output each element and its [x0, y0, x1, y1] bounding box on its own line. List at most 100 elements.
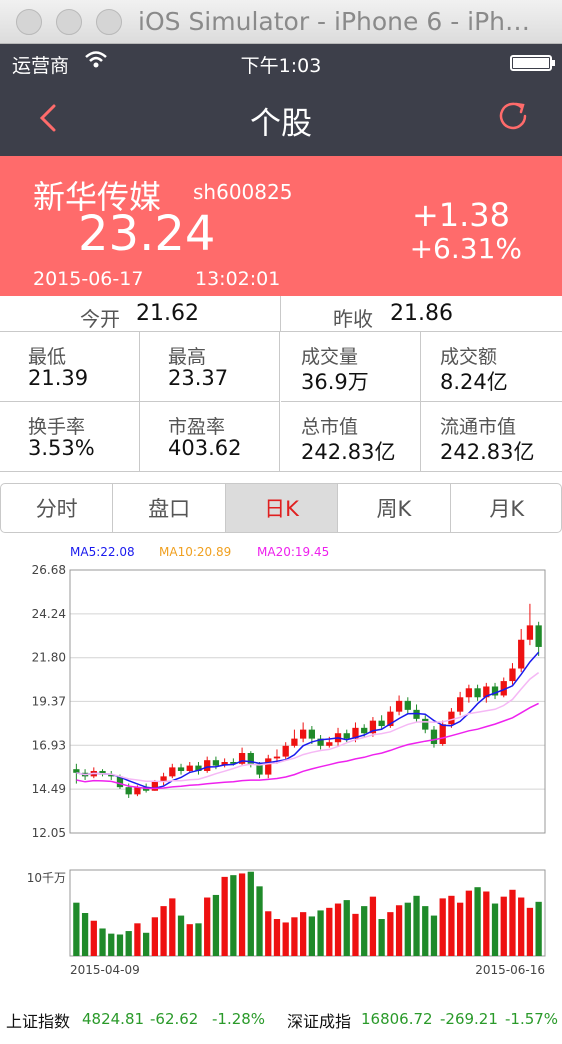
volume-bar: [90, 920, 97, 956]
volume-bar: [465, 890, 473, 956]
price-change: +1.38: [411, 196, 510, 234]
candle-body: [177, 767, 185, 771]
tab-intraday[interactable]: 分时: [1, 484, 114, 532]
status-time: 下午1:03: [240, 55, 322, 77]
candle-body: [186, 765, 193, 771]
stat-cell-turnover-rate: 换手率 3.53%: [0, 402, 140, 472]
prev-close-cell: 昨收 21.86: [281, 296, 562, 332]
candle-body: [474, 688, 481, 698]
candle-body: [378, 720, 385, 727]
tab-daily-k[interactable]: 日K: [225, 484, 339, 532]
stat-value: 242.83亿: [440, 440, 535, 464]
volume-bar: [299, 912, 307, 956]
volume-bar: [160, 906, 167, 956]
window-zoom-button[interactable]: [96, 9, 122, 35]
volume-bar: [195, 923, 202, 956]
stock-price: 23.24: [78, 206, 216, 262]
stat-label: 最高: [168, 346, 207, 368]
volume-bar: [238, 873, 246, 956]
volume-bar: [404, 902, 411, 956]
candle-body: [361, 727, 368, 734]
refresh-icon[interactable]: [494, 96, 534, 136]
volume-bar: [186, 924, 193, 956]
window-minimize-button[interactable]: [56, 9, 82, 35]
nav-bar: 个股: [0, 80, 562, 156]
stat-cell-turnover-amount: 成交额 8.24亿: [421, 332, 562, 402]
stats-grid: 最低 21.39 最高 23.37 成交量 36.9万 成交额 8.24亿 换手…: [0, 332, 562, 472]
stat-value: 36.9万: [301, 370, 369, 394]
volume-bar: [439, 898, 446, 956]
volume-bar: [352, 913, 359, 956]
volume-bar: [343, 900, 350, 956]
candle-body: [439, 724, 446, 745]
stat-value: 21.39: [28, 366, 89, 390]
stat-label: 总市值: [301, 416, 359, 438]
candle-body: [430, 729, 438, 745]
candle-body: [299, 729, 307, 739]
tab-orderbook[interactable]: 盘口: [113, 484, 226, 532]
volume-bar: [474, 887, 481, 956]
tab-monthly-k[interactable]: 月K: [451, 484, 561, 532]
volume-bar: [125, 931, 132, 956]
y-tick-label: 21.80: [32, 651, 66, 665]
y-tick-label: 19.37: [32, 694, 66, 708]
volume-bar: [387, 912, 394, 956]
candle-body: [395, 700, 403, 712]
stat-label: 市盈率: [168, 416, 226, 438]
volume-bar: [212, 894, 220, 956]
volume-bar: [448, 895, 455, 956]
volume-bar: [491, 903, 499, 956]
quote-time: 13:02:01: [195, 268, 281, 290]
volume-bar: [282, 922, 289, 956]
open-label: 今开: [80, 307, 120, 331]
candle-body: [518, 639, 525, 669]
candle-body: [526, 625, 534, 640]
tab-weekly-k[interactable]: 周K: [338, 484, 451, 532]
candle-body: [326, 742, 333, 746]
volume-bar: [177, 915, 185, 956]
stock-code: sh600825: [193, 180, 293, 204]
volume-bar: [99, 928, 106, 956]
ma-label: MA20:19.45: [257, 545, 329, 559]
volume-bar: [73, 902, 80, 956]
candle-body: [212, 760, 220, 766]
volume-bar: [108, 933, 115, 956]
volume-bar: [456, 902, 464, 956]
open-close-row: 今开 21.62 昨收 21.86: [0, 296, 562, 332]
x-start-label: 2015-04-09: [70, 963, 140, 977]
open-cell: 今开 21.62: [0, 296, 281, 332]
volume-bar: [291, 917, 298, 956]
volume-bar: [116, 934, 124, 956]
stat-label: 成交额: [440, 346, 498, 368]
stat-value: 242.83亿: [301, 440, 396, 464]
volume-bar: [500, 896, 507, 956]
price-change-pct: +6.31%: [409, 232, 522, 265]
volume-bar: [326, 907, 333, 956]
candle-body: [448, 711, 455, 725]
candle-body: [265, 758, 272, 775]
chart-tabs: 分时 盘口 日K 周K 月K: [0, 483, 562, 533]
index-name: 上证指数: [6, 1012, 71, 1031]
volume-bar: [204, 897, 211, 956]
candle-body: [456, 697, 464, 712]
stat-label: 流通市值: [440, 416, 517, 438]
candle-body: [343, 733, 350, 739]
index-ticker: 上证指数 4824.81 -62.62 -1.28% 深证成指 16806.72…: [0, 1004, 562, 1034]
quote-header: 新华传媒 sh600825 23.24 +1.38 +6.31% 2015-06…: [0, 156, 562, 296]
y-tick-label: 24.24: [32, 607, 66, 621]
volume-bar: [509, 889, 516, 956]
volume-bar: [430, 915, 438, 956]
volume-bar: [535, 901, 542, 956]
candle-body: [73, 769, 80, 773]
volume-bar: [518, 897, 525, 956]
battery-icon: [510, 55, 555, 71]
volume-bar: [413, 895, 420, 956]
window-close-button[interactable]: [16, 9, 42, 35]
ma-line: [76, 702, 539, 790]
stat-value: 8.24亿: [440, 370, 508, 394]
ma-label: MA5:22.08: [70, 545, 135, 559]
volume-panel-frame: [69, 869, 546, 957]
stat-value: 3.53%: [28, 436, 95, 460]
volume-bar: [317, 910, 324, 956]
candle-body: [308, 729, 316, 739]
